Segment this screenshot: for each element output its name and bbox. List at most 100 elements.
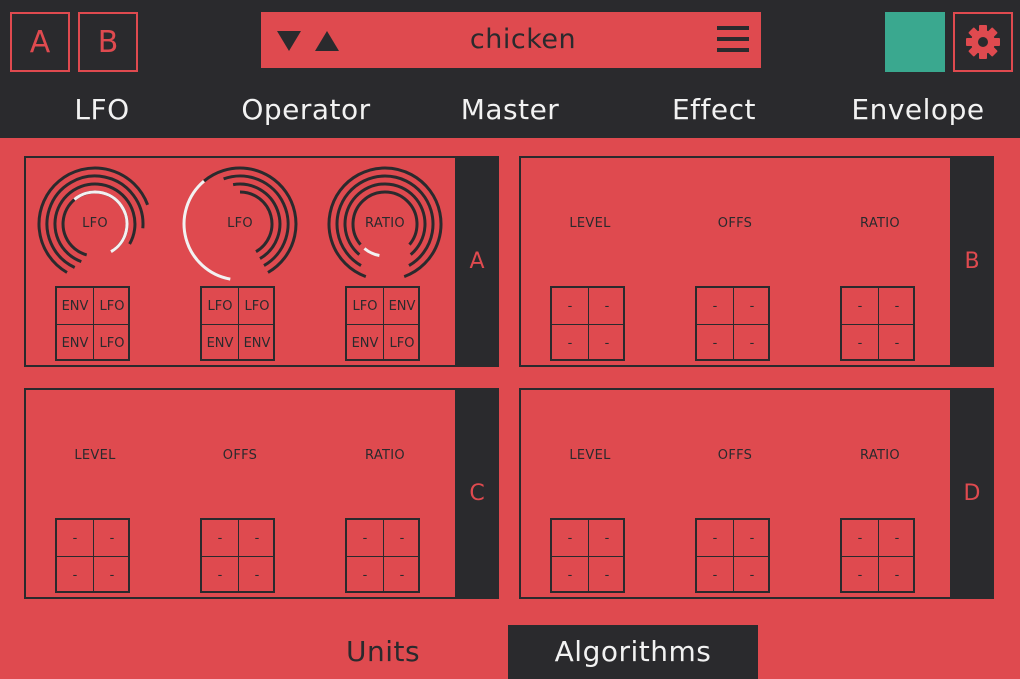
mod-slot[interactable]: - [697,556,734,593]
mod-slot[interactable]: - [552,324,589,361]
mod-matrix: ---- [840,286,915,361]
slot-a-button[interactable]: A [10,12,70,72]
mod-slot[interactable]: - [93,520,130,557]
operator-label[interactable]: B [950,156,994,367]
arrow-up-icon[interactable] [315,31,339,51]
arrow-down-icon[interactable] [277,31,301,51]
knob-label: LFO [82,216,108,231]
mod-matrix: LFO ENV ENV LFO [345,286,420,361]
knob-label: LEVEL [74,448,116,463]
mod-slot[interactable]: ENV [57,324,94,361]
mod-matrix: ---- [55,518,130,593]
preset-selector: chicken [261,12,761,68]
mod-slot[interactable]: ENV [238,324,275,361]
mod-matrix: ---- [550,518,625,593]
mod-slot[interactable]: - [383,556,420,593]
top-bar: A B chicken [0,0,1020,84]
mod-slot[interactable]: - [588,324,625,361]
mod-slot[interactable]: - [93,556,130,593]
mod-slot[interactable]: - [552,556,589,593]
mod-slot[interactable]: LFO [383,324,420,361]
mod-matrix: ---- [695,286,770,361]
slot-b-button[interactable]: B [78,12,138,72]
mod-slot[interactable]: LFO [202,288,239,325]
mod-slot[interactable]: - [733,556,770,593]
mod-slot[interactable]: - [238,520,275,557]
knob-label: LEVEL [569,216,611,231]
mod-slot[interactable]: - [383,520,420,557]
operator-a: LFO ENV LFO ENV LFO LFO LFO LFO ENV ENV RATIO LFO EN… [24,156,499,367]
tab-algorithms[interactable]: Algorithms [508,625,758,679]
mod-slot[interactable]: - [202,520,239,557]
mod-slot[interactable]: - [697,520,734,557]
tab-effect[interactable]: Effect [612,84,816,138]
main-tabs: LFO Operator Master Effect Envelope [0,84,1020,138]
knob-label: OFFS [222,448,258,463]
mod-slot[interactable]: - [842,556,879,593]
mod-slot[interactable]: - [588,288,625,325]
mod-slot[interactable]: - [57,520,94,557]
mod-slot[interactable]: - [552,520,589,557]
operator-d: LEVEL - - - - OFFS - - - - RATIO - - - - D [519,388,994,599]
operator-label[interactable]: A [455,156,499,367]
bottom-bar: Units Algorithms [0,625,1020,679]
mod-slot[interactable]: - [697,324,734,361]
operator-c: LEVEL - - - - OFFS - - - - RATIO - - - - C [24,388,499,599]
mod-slot[interactable]: - [202,556,239,593]
mod-slot[interactable]: - [552,288,589,325]
mod-slot[interactable]: - [733,324,770,361]
menu-icon[interactable] [717,26,749,52]
knob-label: RATIO [860,448,900,463]
knob-label: OFFS [717,448,753,463]
settings-button[interactable] [953,12,1013,72]
knob-label: RATIO [365,448,405,463]
mod-slot[interactable]: - [842,520,879,557]
operator-panel: LFO ENV LFO ENV LFO LFO LFO LFO ENV ENV RATIO LFO EN… [0,138,1020,625]
mod-slot[interactable]: - [57,556,94,593]
tab-envelope[interactable]: Envelope [816,84,1020,138]
mod-matrix: ---- [200,518,275,593]
mod-slot[interactable]: - [878,520,915,557]
mod-slot[interactable]: - [842,324,879,361]
mod-slot[interactable]: LFO [93,324,130,361]
operator-label[interactable]: C [455,388,499,599]
mod-slot[interactable]: - [733,288,770,325]
mod-matrix: ---- [840,518,915,593]
knob-label: RATIO [365,216,405,231]
knob-label: OFFS [717,216,753,231]
mod-slot[interactable]: - [347,520,384,557]
tab-master[interactable]: Master [408,84,612,138]
mod-slot[interactable]: ENV [383,288,420,325]
mod-slot[interactable]: LFO [93,288,130,325]
mod-slot[interactable]: LFO [238,288,275,325]
knob-label: LFO [227,216,253,231]
color-swatch[interactable] [885,12,945,72]
operator-label[interactable]: D [950,388,994,599]
mod-matrix: LFO LFO ENV ENV [200,286,275,361]
mod-slot[interactable]: - [878,324,915,361]
preset-name[interactable]: chicken [421,12,625,68]
mod-slot[interactable]: ENV [202,324,239,361]
mod-slot[interactable]: - [733,520,770,557]
mod-matrix: ---- [550,286,625,361]
tab-lfo[interactable]: LFO [0,84,204,138]
knob-label: LEVEL [569,448,611,463]
tab-operator[interactable]: Operator [204,84,408,138]
mod-matrix: ---- [695,518,770,593]
mod-slot[interactable]: - [238,556,275,593]
mod-slot[interactable]: - [697,288,734,325]
knob-label: RATIO [860,216,900,231]
mod-slot[interactable]: - [588,556,625,593]
mod-slot[interactable]: ENV [57,288,94,325]
mod-slot[interactable]: - [878,556,915,593]
mod-slot[interactable]: ENV [347,324,384,361]
mod-matrix: ---- [345,518,420,593]
tab-units[interactable]: Units [258,625,508,679]
mod-slot[interactable]: - [588,520,625,557]
operator-b: LEVEL - - - - OFFS - - - - RATIO - - - - B [519,156,994,367]
mod-slot[interactable]: - [842,288,879,325]
mod-slot[interactable]: LFO [347,288,384,325]
mod-slot[interactable]: - [347,556,384,593]
mod-slot[interactable]: - [878,288,915,325]
mod-matrix: ENV LFO ENV LFO [55,286,130,361]
